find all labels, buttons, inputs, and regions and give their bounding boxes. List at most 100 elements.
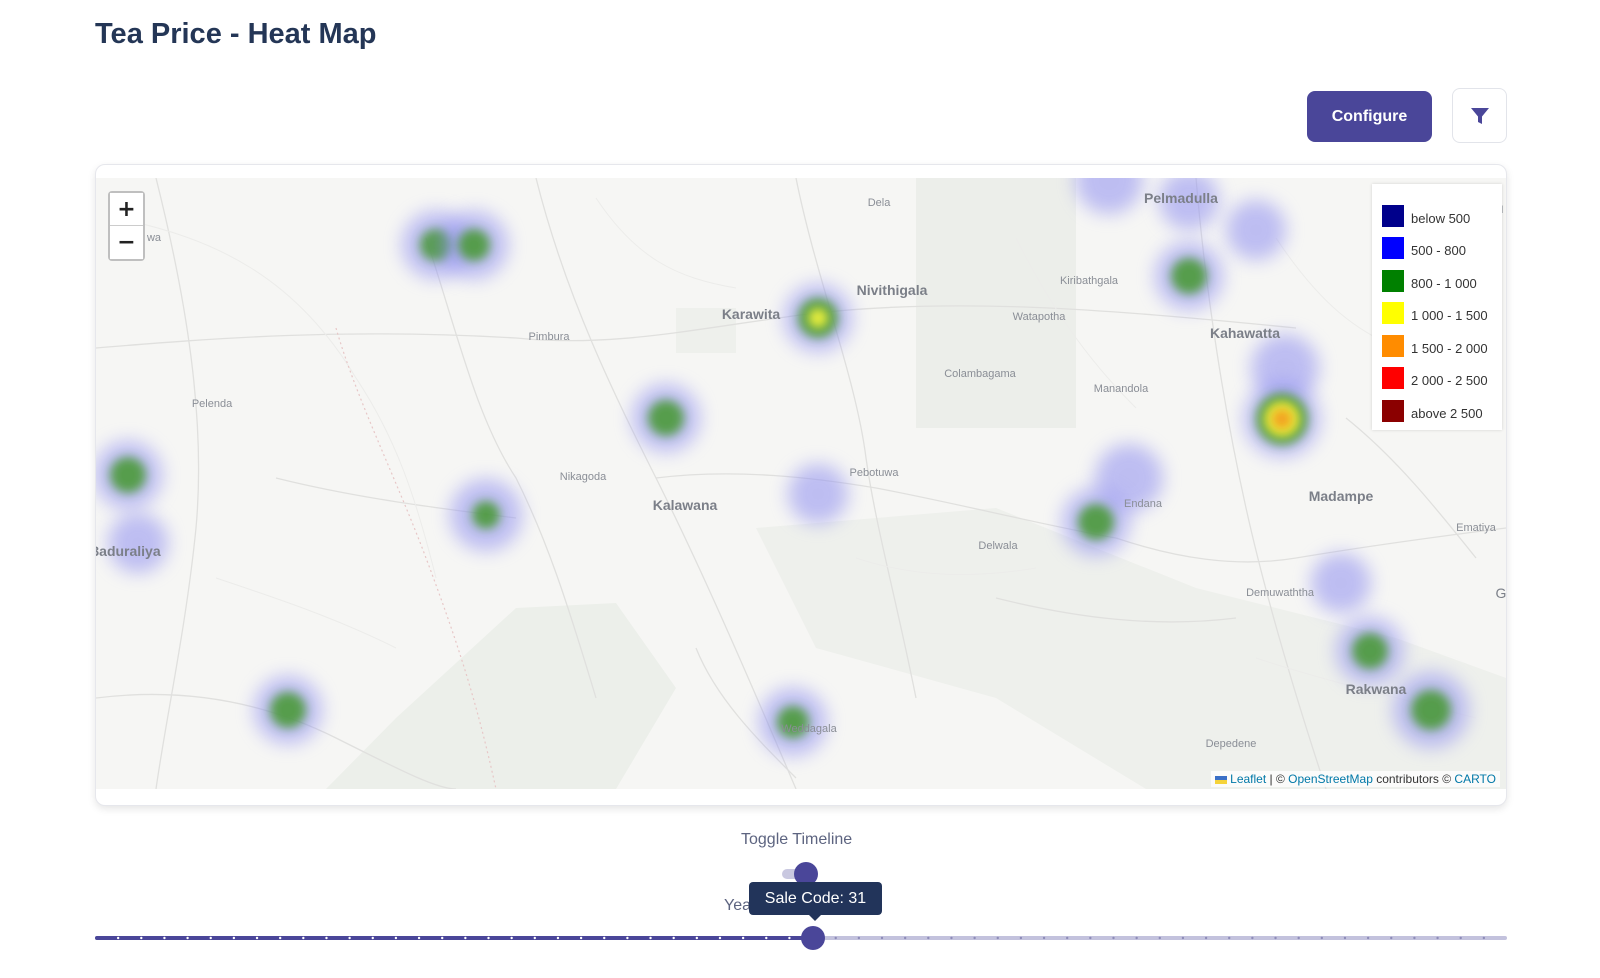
legend-label: 500 - 800 [1411,243,1466,258]
slider-tick [927,936,930,940]
place-label: Karawita [721,306,781,322]
slider-tick [880,936,884,940]
legend-label: 800 - 1 000 [1411,275,1477,291]
ukraine-flag-icon [1215,775,1228,784]
map-attribution: Leaflet | © OpenStreetMap contributors ©… [1211,771,1500,787]
slider-tick [1181,936,1185,940]
heat-spot [808,308,828,328]
map-canvas[interactable]: Dela Pelmadulla Nivithigala Karawita Kir… [96,178,1506,789]
place-label: Endana [1124,498,1162,510]
sale-code-slider[interactable] [95,925,1507,951]
slider-tick [325,936,328,940]
slider-tick [1158,936,1161,940]
legend-item: above 2 500 [1382,389,1502,422]
slider-tick [186,936,189,940]
zoom-out-button[interactable]: − [110,226,143,259]
zoom-in-button[interactable]: + [110,193,143,226]
map-card: Dela Pelmadulla Nivithigala Karawita Kir… [95,164,1507,806]
place-label: Ematiya [1456,522,1496,534]
place-label: Nikagoda [559,471,607,483]
slider-tick [417,936,421,940]
slider-tick [996,936,999,940]
heat-spot [1411,690,1451,730]
carto-link[interactable]: CARTO [1454,772,1496,786]
place-label: G [1495,585,1506,601]
heat-spot [1075,178,1143,214]
place-label: Pimbura [528,331,570,343]
slider-tick [232,936,236,940]
slider-tick [348,936,351,940]
slider-tick [533,936,537,940]
slider-tick [255,936,259,940]
slider-tick [1390,936,1393,940]
slider-tick [510,936,513,940]
osm-link[interactable]: OpenStreetMap [1288,772,1373,786]
slider-tick [1459,936,1462,940]
slider-tick [973,936,976,940]
place-label: Colambagama [944,368,1016,380]
heat-spot [110,457,146,493]
heat-spot [1171,258,1207,294]
leaflet-link[interactable]: Leaflet [1230,772,1266,786]
tooltip-arrow [808,914,822,921]
slider-tick [1089,936,1092,940]
legend-item: 1 000 - 1 500 [1382,292,1502,324]
slider-tick [394,936,398,940]
legend-swatch [1382,367,1404,389]
legend-item: 1 500 - 2 000 [1382,324,1502,357]
slider-tick [1320,936,1324,940]
place-label: Madampe [1308,488,1374,504]
slider-tick [741,936,745,940]
slider-tick [556,936,560,940]
slider-tick [788,936,791,940]
page: Tea Price - Heat Map Configure Dela Pelm… [0,0,1600,978]
heat-spot [1078,504,1114,540]
slider-label: Yea [724,897,751,914]
place-label: Kiribathgala [1059,275,1119,287]
filter-icon [1470,107,1489,124]
slider-tick [903,936,907,940]
map-base-layer [96,178,1506,789]
slider-tick [302,936,305,940]
sale-code-tooltip: Sale Code: 31 [749,882,882,915]
legend-label: below 500 [1411,210,1471,226]
slider-tick [649,936,652,940]
heat-spot [472,501,500,529]
slider-tick [765,936,768,940]
slider-tick [672,936,675,940]
slider-tick [579,936,583,940]
place-label: Pelenda [191,398,233,410]
price-legend: below 500 500 - 800 800 - 1 000 1 000 - 1 5… [1372,184,1502,430]
place-label: Nivithigala [856,282,928,298]
legend-swatch [1382,269,1404,292]
heat-spot [1311,553,1371,613]
place-label: Rakwana [1345,681,1407,697]
legend-swatch [1382,334,1404,357]
configure-button[interactable]: Configure [1307,91,1432,142]
slider-tick [1228,936,1231,940]
forest-area [326,603,676,789]
place-label: Depedene [1205,738,1257,750]
slider-tick [857,936,861,940]
slider-handle[interactable] [800,926,825,950]
heat-spot [458,229,490,261]
filter-button[interactable] [1452,88,1507,143]
slider-tick [209,936,212,940]
place-label: Watapotha [1012,311,1066,323]
slider-tick [1065,936,1069,940]
place-label: Weddagala [781,723,837,735]
slider-tick [950,936,953,940]
slider-tick [1135,936,1138,940]
legend-item: 800 - 1 000 [1382,259,1502,292]
slider-tick [626,936,629,940]
slider-tick [1413,936,1416,940]
legend-item: below 500 [1382,194,1502,227]
slider-tick [695,936,699,940]
slider-tick [487,936,490,940]
slider-tick [718,936,722,940]
legend-swatch [1382,302,1404,324]
heat-spot [1272,409,1292,429]
slider-tick [1274,936,1277,940]
place-label: 3aduraliya [96,543,161,559]
heat-spot [1352,633,1388,669]
